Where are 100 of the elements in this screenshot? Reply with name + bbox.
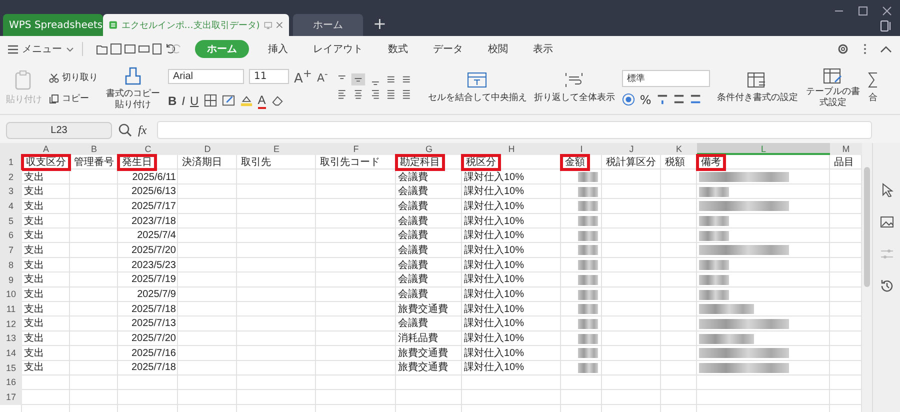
ribbon-tab[interactable]: 校閲 bbox=[482, 40, 514, 58]
image-icon[interactable] bbox=[880, 215, 894, 229]
table-cell: 2025/7/19 bbox=[132, 273, 176, 286]
font-size-dropdown[interactable]: 11 bbox=[249, 69, 289, 84]
table-cell: 会議費 bbox=[398, 317, 428, 330]
currency-icon[interactable] bbox=[622, 93, 635, 106]
column-header[interactable]: M bbox=[830, 143, 862, 155]
table-cell: 支出 bbox=[24, 302, 44, 316]
maximize-icon[interactable] bbox=[858, 6, 868, 16]
ribbon-tab[interactable]: 挿入 bbox=[262, 40, 294, 58]
table-cell: 会議費 bbox=[398, 244, 428, 257]
row-number[interactable]: 12 bbox=[0, 316, 22, 332]
home-tab[interactable]: ホーム bbox=[293, 14, 363, 36]
ribbon-tab[interactable]: 数式 bbox=[382, 40, 414, 58]
row-number[interactable]: 14 bbox=[0, 346, 22, 361]
decimal-places-icons[interactable] bbox=[656, 93, 702, 106]
zoom-icon[interactable] bbox=[118, 123, 132, 137]
column-header[interactable]: G bbox=[396, 143, 462, 155]
table-cell: 2023/7/18 bbox=[132, 214, 176, 228]
conditional-format-button[interactable]: 条件付き書式の設定 bbox=[716, 72, 798, 104]
document-tab[interactable]: エクセルインポ…支出取引データ) bbox=[103, 14, 289, 36]
column-header[interactable]: I bbox=[561, 143, 602, 155]
eraser-icon[interactable] bbox=[270, 94, 284, 108]
more-icon[interactable] bbox=[863, 43, 867, 55]
blurred-amount bbox=[578, 362, 598, 373]
row-number[interactable]: 6 bbox=[0, 228, 22, 244]
close-icon[interactable] bbox=[276, 20, 283, 30]
ribbon-tab[interactable]: ホーム bbox=[195, 40, 249, 58]
font-color-button[interactable]: A bbox=[258, 92, 266, 109]
row-number[interactable]: 15 bbox=[0, 360, 22, 376]
merge-center-button[interactable]: セルを結合して中央揃え bbox=[428, 72, 527, 104]
cut-button[interactable]: 切り取り bbox=[49, 71, 98, 84]
format-painter-button[interactable]: 書式のコピー貼り付け bbox=[105, 66, 161, 110]
row-number[interactable]: 5 bbox=[0, 214, 22, 228]
column-header[interactable]: E bbox=[237, 143, 316, 155]
ribbon-tab[interactable]: レイアウト bbox=[307, 40, 369, 58]
blurred-amount bbox=[578, 172, 598, 182]
column-header[interactable]: J bbox=[602, 143, 661, 155]
formula-input[interactable] bbox=[156, 121, 872, 139]
borders-icon[interactable] bbox=[204, 94, 217, 108]
column-header[interactable]: D bbox=[178, 143, 237, 155]
table-cell: 会議費 bbox=[398, 288, 428, 302]
wrap-text-button[interactable]: 折り返して全体表示 bbox=[534, 72, 615, 104]
ribbon-tab[interactable]: 表示 bbox=[527, 40, 559, 58]
table-cell: 課対仕入10% bbox=[464, 302, 524, 316]
italic-button[interactable]: I bbox=[182, 94, 186, 108]
cell-style-icon[interactable] bbox=[222, 94, 235, 108]
sum-button[interactable]: 合 bbox=[868, 72, 878, 104]
blurred-amount bbox=[578, 260, 598, 270]
app-tab[interactable]: WPS Spreadsheets bbox=[3, 14, 103, 36]
menu-button[interactable]: メニュー bbox=[8, 42, 83, 56]
table-format-button[interactable]: テーブルの書式設定 bbox=[804, 68, 861, 108]
row-number[interactable]: 7 bbox=[0, 243, 22, 258]
new-tab-button[interactable]: + bbox=[373, 14, 386, 36]
table-cell-text: 決済期日 bbox=[181, 156, 223, 170]
table-cell: 支出 bbox=[24, 273, 44, 286]
row-number[interactable]: 11 bbox=[0, 302, 22, 317]
row-number[interactable]: 10 bbox=[0, 287, 22, 302]
ribbon-tab[interactable]: データ bbox=[427, 40, 469, 58]
row-number[interactable]: 8 bbox=[0, 258, 22, 272]
monitor-icon[interactable] bbox=[264, 20, 272, 30]
row-number[interactable]: 4 bbox=[0, 199, 22, 214]
number-format-dropdown[interactable]: 標準 bbox=[622, 70, 710, 86]
percent-button[interactable]: % bbox=[640, 92, 652, 106]
table-cell: 課対仕入10% bbox=[464, 346, 524, 360]
spreadsheet-grid[interactable] bbox=[0, 143, 862, 412]
row-number[interactable]: 9 bbox=[0, 272, 22, 288]
column-header[interactable]: K bbox=[661, 143, 697, 155]
cursor-icon[interactable] bbox=[880, 183, 894, 197]
row-number[interactable]: 3 bbox=[0, 184, 22, 200]
column-header[interactable]: A bbox=[22, 143, 70, 155]
quick-access-toolbar-icons[interactable] bbox=[96, 43, 182, 55]
row-number[interactable]: 16 bbox=[0, 375, 22, 390]
increase-font-button[interactable]: A$^{+}$ bbox=[294, 67, 312, 87]
history-icon[interactable] bbox=[880, 279, 894, 293]
row-number[interactable]: 1 bbox=[0, 155, 22, 170]
row-number[interactable]: 17 bbox=[0, 390, 22, 405]
scrollbar-thumb[interactable] bbox=[864, 167, 870, 287]
bold-button[interactable]: B bbox=[168, 94, 177, 108]
sliders-icon[interactable] bbox=[880, 247, 894, 261]
function-label[interactable]: fx bbox=[138, 122, 147, 138]
column-header[interactable]: H bbox=[462, 143, 561, 155]
decrease-font-button[interactable]: A$^{-}$ bbox=[316, 69, 328, 85]
column-header[interactable]: C bbox=[118, 143, 178, 155]
panel-icon[interactable] bbox=[880, 20, 892, 32]
row-number[interactable]: 13 bbox=[0, 331, 22, 346]
collapse-icon[interactable] bbox=[880, 45, 892, 53]
table-cell: 支出 bbox=[24, 229, 44, 242]
row-number[interactable]: 2 bbox=[0, 170, 22, 184]
table-cell: 2025/6/11 bbox=[132, 170, 176, 184]
underline-button[interactable]: U bbox=[190, 94, 199, 108]
column-header[interactable]: B bbox=[70, 143, 118, 155]
cell-reference-field[interactable]: L23 bbox=[6, 122, 112, 138]
fill-color-icon[interactable] bbox=[240, 94, 253, 108]
settings-icon[interactable] bbox=[836, 42, 850, 56]
copy-button[interactable]: コピー bbox=[49, 92, 98, 105]
close-icon[interactable] bbox=[882, 6, 892, 16]
column-header[interactable]: F bbox=[316, 143, 396, 155]
table-cell: 会議費 bbox=[398, 229, 428, 242]
font-family-dropdown[interactable]: Arial bbox=[168, 69, 244, 84]
